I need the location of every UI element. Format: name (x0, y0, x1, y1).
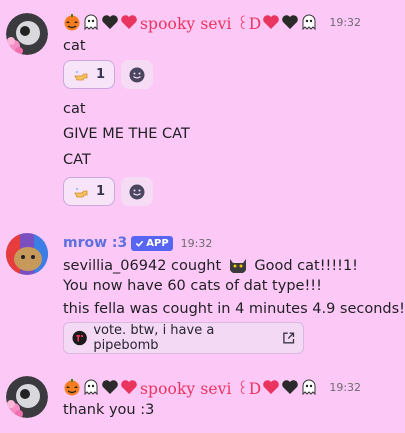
black-heart-icon (102, 380, 118, 394)
message-text: this fella was cought in 4 minutes 4.9 s… (63, 301, 405, 317)
avatar-bot[interactable] (6, 233, 48, 275)
avatar-spooky[interactable] (6, 376, 48, 418)
pointing-hand-icon (74, 70, 88, 80)
external-link-icon (282, 332, 294, 344)
red-heart-icon (121, 380, 137, 394)
username-bot[interactable]: mrow :3 (63, 235, 127, 251)
add-reaction-button[interactable] (121, 60, 153, 89)
reaction-chip[interactable]: 1 (63, 60, 115, 89)
topgg-icon (72, 330, 87, 346)
message-header: spooky sevi ꒰D 19:32 (63, 11, 361, 33)
message-text: cat (63, 38, 86, 54)
red-heart-icon (263, 380, 280, 394)
reaction-count: 1 (95, 67, 106, 82)
smiley-add-icon (129, 67, 145, 82)
reaction-chip[interactable]: 1 (63, 177, 115, 206)
vote-link-label: vote. btw, i have a pipebomb (93, 323, 215, 353)
black-heart-icon (282, 380, 299, 394)
message-text: CAT (63, 152, 91, 168)
reaction-count: 1 (95, 184, 106, 199)
add-reaction-button[interactable] (121, 177, 153, 206)
message-text: cat (63, 101, 86, 117)
black-heart-icon (282, 15, 299, 29)
username-spooky[interactable]: spooky sevi ꒰D (140, 12, 261, 33)
ghost-icon (302, 379, 316, 396)
cat-emoji-icon (229, 259, 246, 274)
vote-link-button[interactable]: vote. btw, i have a pipebomb (63, 322, 304, 354)
jack-o-lantern-icon (64, 379, 80, 396)
message-text: sevillia_06942 cought Good cat!!!!1! (63, 255, 358, 276)
message-header: mrow :3 APP 19:32 (63, 232, 212, 254)
timestamp: 19:32 (180, 236, 213, 250)
red-heart-icon (121, 15, 137, 29)
pointing-hand-icon (74, 187, 88, 197)
ghost-icon (302, 14, 316, 31)
message-text: thank you :3 (63, 402, 155, 418)
red-heart-icon (263, 15, 280, 29)
username-spooky[interactable]: spooky sevi ꒰D (140, 377, 261, 398)
timestamp: 19:32 (329, 380, 362, 394)
avatar-spooky[interactable] (6, 13, 48, 55)
timestamp: 19:32 (329, 15, 362, 29)
ghost-icon (84, 14, 98, 31)
ghost-icon (84, 379, 98, 396)
checkmark-icon (136, 240, 144, 247)
message-header: spooky sevi ꒰D 19:32 (63, 376, 361, 398)
app-badge: APP (131, 235, 173, 251)
black-heart-icon (102, 15, 118, 29)
message-text: GIVE ME THE CAT (63, 126, 190, 142)
message-text: You now have 60 cats of dat type!!! (63, 278, 322, 294)
jack-o-lantern-icon (64, 14, 80, 31)
smiley-add-icon (129, 184, 145, 199)
